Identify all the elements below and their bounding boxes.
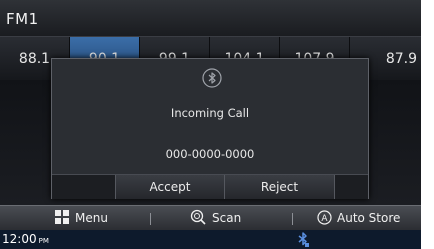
auto-store-icon: A: [317, 210, 332, 225]
title-bar: FM1: [0, 0, 421, 36]
dialog-button-row: Accept Reject: [52, 174, 368, 199]
screen-edge: [421, 0, 434, 249]
reject-button[interactable]: Reject: [225, 175, 335, 199]
svg-text:A: A: [321, 214, 328, 224]
clock-time: 12:00: [2, 232, 37, 246]
auto-store-label: Auto Store: [337, 211, 401, 225]
head-unit-screen: FM1 88.1 90.1 99.1 104.1 107.9 87.9 Inco…: [0, 0, 434, 249]
incoming-call-dialog: Incoming Call 000-0000-0000 Accept Rejec…: [51, 58, 369, 199]
caller-number: 000-0000-0000: [165, 147, 255, 161]
clock-ampm: PM: [38, 237, 49, 245]
scan-label: Scan: [212, 211, 242, 225]
auto-store-button[interactable]: A Auto Store: [317, 206, 400, 231]
divider: [150, 213, 151, 225]
menu-grid-icon: [55, 210, 69, 224]
clock: 12:00 PM: [2, 232, 49, 246]
menu-button[interactable]: Menu: [55, 206, 108, 231]
band-title: FM1: [6, 10, 39, 28]
status-bar: 12:00 PM: [0, 230, 421, 249]
bottom-bar: Menu Scan A Auto Store: [0, 205, 421, 231]
divider: [292, 213, 293, 225]
scan-icon: [190, 209, 206, 225]
dialog-title: Incoming Call: [170, 106, 250, 120]
bluetooth-icon: [202, 68, 222, 88]
accept-button[interactable]: Accept: [115, 175, 225, 199]
scan-button[interactable]: Scan: [190, 206, 241, 231]
menu-label: Menu: [75, 211, 108, 225]
bluetooth-status-icon: [298, 232, 309, 247]
